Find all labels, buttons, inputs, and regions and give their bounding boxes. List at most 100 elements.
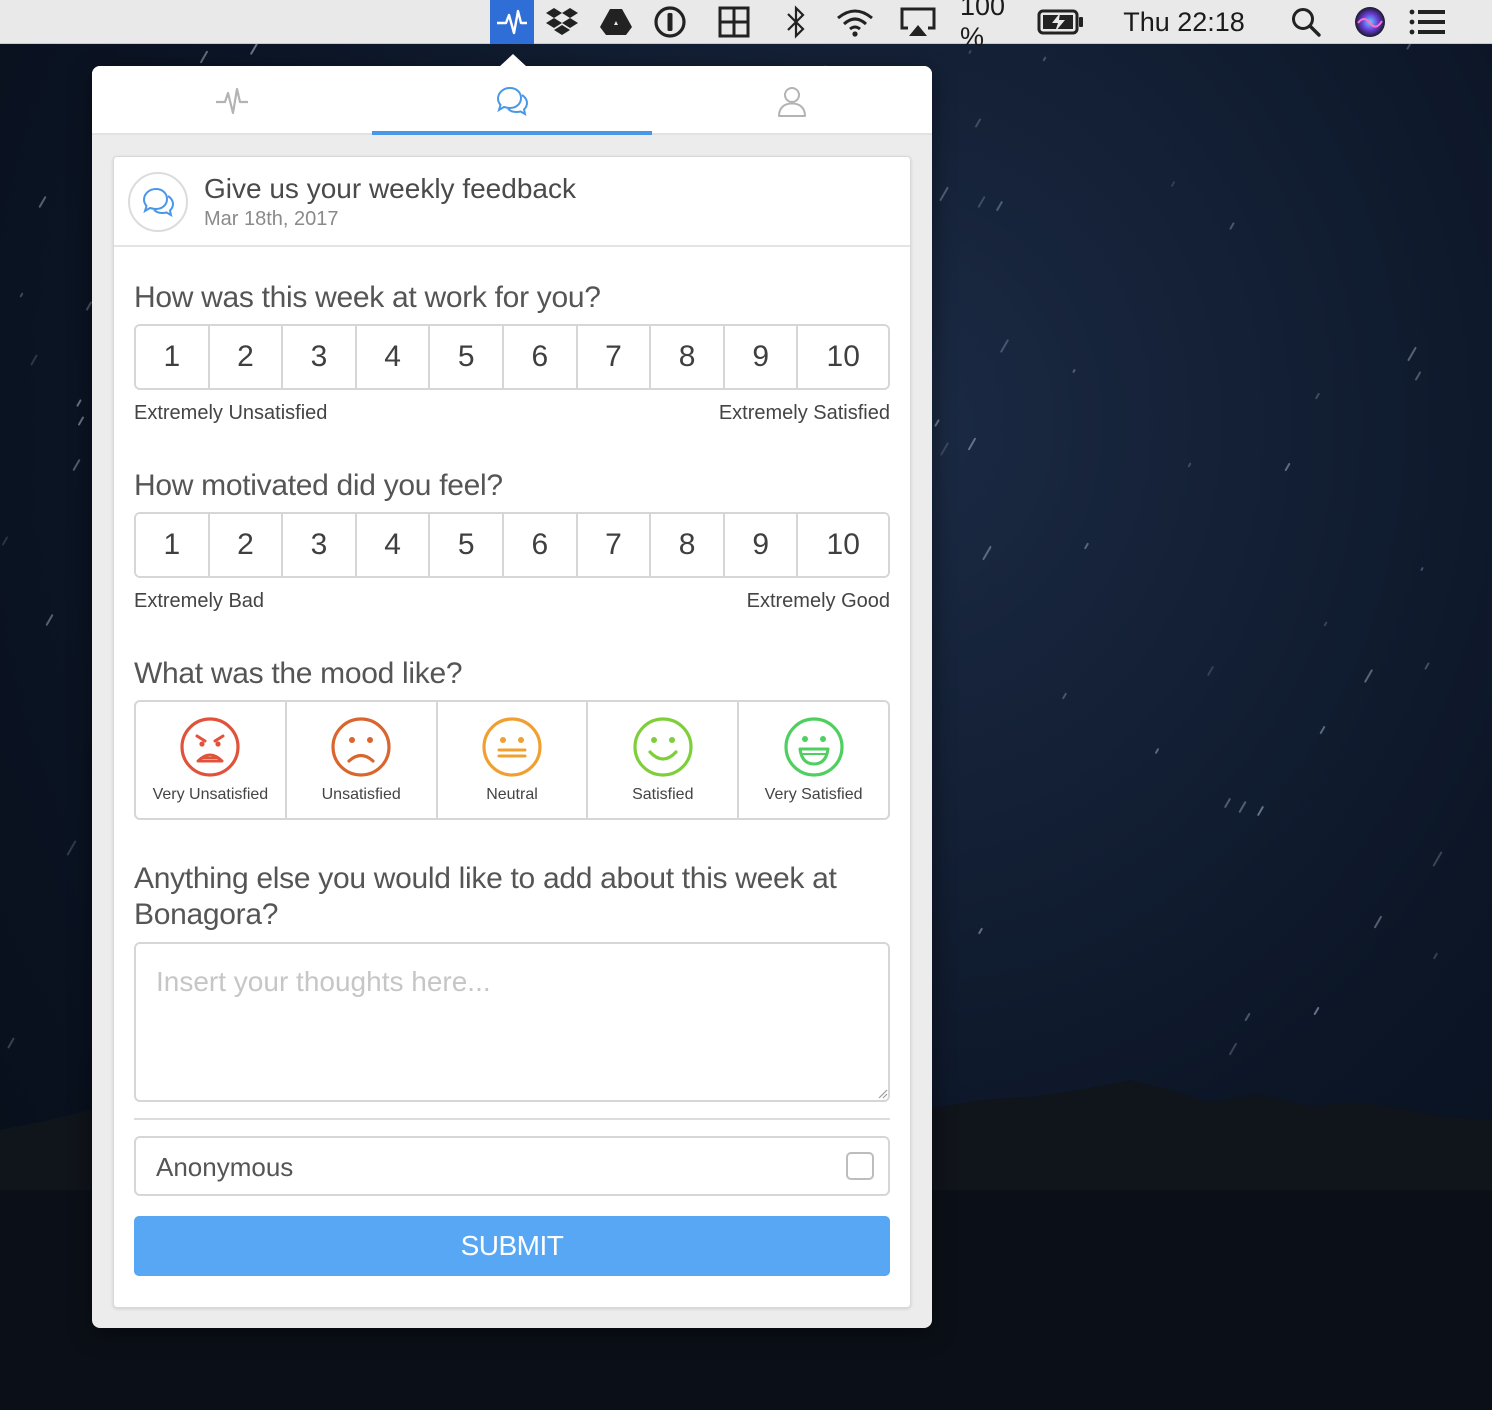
star-streak: [977, 195, 986, 209]
star-streak: [999, 339, 1010, 353]
rating-option[interactable]: 8: [651, 326, 725, 388]
grin-face-icon: [783, 717, 844, 777]
mood-satisfied[interactable]: Satisfied: [588, 702, 740, 818]
rating-option[interactable]: 3: [283, 514, 357, 576]
star-streak: [30, 354, 38, 366]
rating-option[interactable]: 9: [724, 326, 799, 388]
star-streak: [1432, 952, 1439, 960]
rating-option[interactable]: 1: [136, 514, 210, 576]
anonymous-checkbox[interactable]: [846, 1152, 874, 1180]
mood-label: Satisfied: [632, 786, 694, 803]
star-streak: [1432, 851, 1443, 867]
bluetooth-icon[interactable]: [776, 0, 816, 44]
star-streak: [1407, 346, 1417, 362]
anonymous-row[interactable]: Anonymous: [134, 1136, 890, 1196]
menu-bar: 100 % Thu 22:18: [0, 0, 1492, 52]
star-streak: [1072, 368, 1076, 374]
rating-option[interactable]: 9: [724, 514, 799, 576]
rating-option[interactable]: 6: [504, 514, 578, 576]
star-streak: [1229, 222, 1235, 230]
angry-face-icon: [180, 717, 240, 777]
feedback-card: Give us your weekly feedback Mar 18th, 2…: [113, 156, 911, 1308]
star-streak: [1244, 1012, 1251, 1022]
rating-option[interactable]: 2: [209, 326, 284, 388]
star-streak: [1284, 462, 1291, 472]
tab-feedback[interactable]: [372, 66, 652, 135]
siri-icon[interactable]: [1350, 0, 1390, 44]
star-streak: [995, 200, 1004, 212]
mood-label: Very Unsatisfied: [152, 786, 269, 803]
star-streak: [1420, 566, 1424, 572]
star-streak: [1319, 725, 1326, 735]
dropbox-icon[interactable]: [540, 0, 584, 44]
star-streak: [38, 195, 47, 209]
rating-scale-motivation: 1 2 3 4 5 6 7 8 9 10: [134, 512, 890, 578]
tab-activity[interactable]: [92, 66, 372, 135]
wifi-icon[interactable]: [832, 0, 878, 44]
battery-charging-icon[interactable]: [1036, 0, 1086, 44]
star-streak: [977, 927, 984, 935]
submit-button[interactable]: SUBMIT: [134, 1216, 890, 1276]
pulse-icon: [216, 87, 248, 114]
rating-option[interactable]: 1: [136, 326, 210, 388]
star-streak: [249, 44, 260, 55]
search-icon[interactable]: [1286, 0, 1326, 44]
mood-selector: Very Unsatisfied Unsatisfied Neutral Sat…: [134, 700, 890, 820]
rating-option[interactable]: 2: [209, 514, 284, 576]
star-streak: [1042, 56, 1047, 62]
star-streak: [76, 399, 82, 407]
rating-option[interactable]: 5: [430, 326, 505, 388]
rating-option[interactable]: 10: [798, 514, 888, 576]
scale-min-label: Extremely Bad: [134, 590, 265, 612]
star-streak: [1373, 915, 1383, 929]
question-week-rating: How was this week at work for you?: [134, 281, 601, 314]
star-streak: [1154, 747, 1160, 755]
clock[interactable]: Thu 22:18: [1112, 0, 1256, 44]
question-comments: Anything else you would like to add abou…: [134, 862, 837, 931]
scale-max-label: Extremely Good: [746, 590, 890, 612]
rating-option[interactable]: 7: [577, 514, 652, 576]
menu-list-icon[interactable]: [1406, 0, 1450, 44]
rating-option[interactable]: 7: [577, 326, 652, 388]
star-streak: [7, 1037, 15, 1049]
star-streak: [939, 442, 950, 456]
rating-option[interactable]: 3: [283, 326, 357, 388]
star-streak: [1206, 665, 1215, 677]
star-streak: [45, 613, 54, 627]
tab-profile[interactable]: [652, 66, 932, 135]
1password-icon[interactable]: [650, 0, 690, 44]
rating-option[interactable]: 5: [430, 514, 505, 576]
star-streak: [1314, 392, 1321, 400]
comments-textarea[interactable]: [134, 942, 890, 1102]
google-drive-icon[interactable]: [596, 0, 636, 44]
active-tab-indicator: [372, 131, 652, 135]
rating-option[interactable]: 8: [651, 514, 725, 576]
star-streak: [1363, 669, 1374, 683]
star-streak: [934, 419, 940, 427]
battery-percent: 100 %: [960, 0, 1006, 52]
rating-option[interactable]: 10: [798, 326, 888, 388]
smile-face-icon: [633, 717, 693, 777]
mood-label: Very Satisfied: [764, 786, 863, 803]
star-streak: [1256, 805, 1265, 817]
question-mood: What was the mood like?: [134, 657, 463, 690]
rating-option[interactable]: 6: [504, 326, 578, 388]
mood-very-satisfied[interactable]: Very Satisfied: [739, 702, 888, 818]
pulse-icon[interactable]: [490, 0, 534, 44]
rating-option[interactable]: 4: [356, 326, 431, 388]
resize-grip-icon[interactable]: [878, 1089, 888, 1099]
window-grid-icon[interactable]: [714, 0, 754, 44]
star-streak: [1223, 797, 1232, 809]
mood-neutral[interactable]: Neutral: [438, 702, 589, 818]
card-header: Give us your weekly feedback Mar 18th, 2…: [114, 157, 910, 247]
star-streak: [1061, 692, 1068, 700]
mood-very-unsatisfied[interactable]: Very Unsatisfied: [136, 702, 287, 818]
rating-option[interactable]: 4: [356, 514, 431, 576]
star-streak: [72, 458, 81, 472]
anonymous-label: Anonymous: [156, 1152, 294, 1182]
mood-unsatisfied[interactable]: Unsatisfied: [287, 702, 438, 818]
scale-max-label: Extremely Satisfied: [718, 402, 890, 424]
star-streak: [66, 840, 77, 856]
sad-face-icon: [331, 717, 391, 777]
airplay-icon[interactable]: [896, 0, 940, 44]
